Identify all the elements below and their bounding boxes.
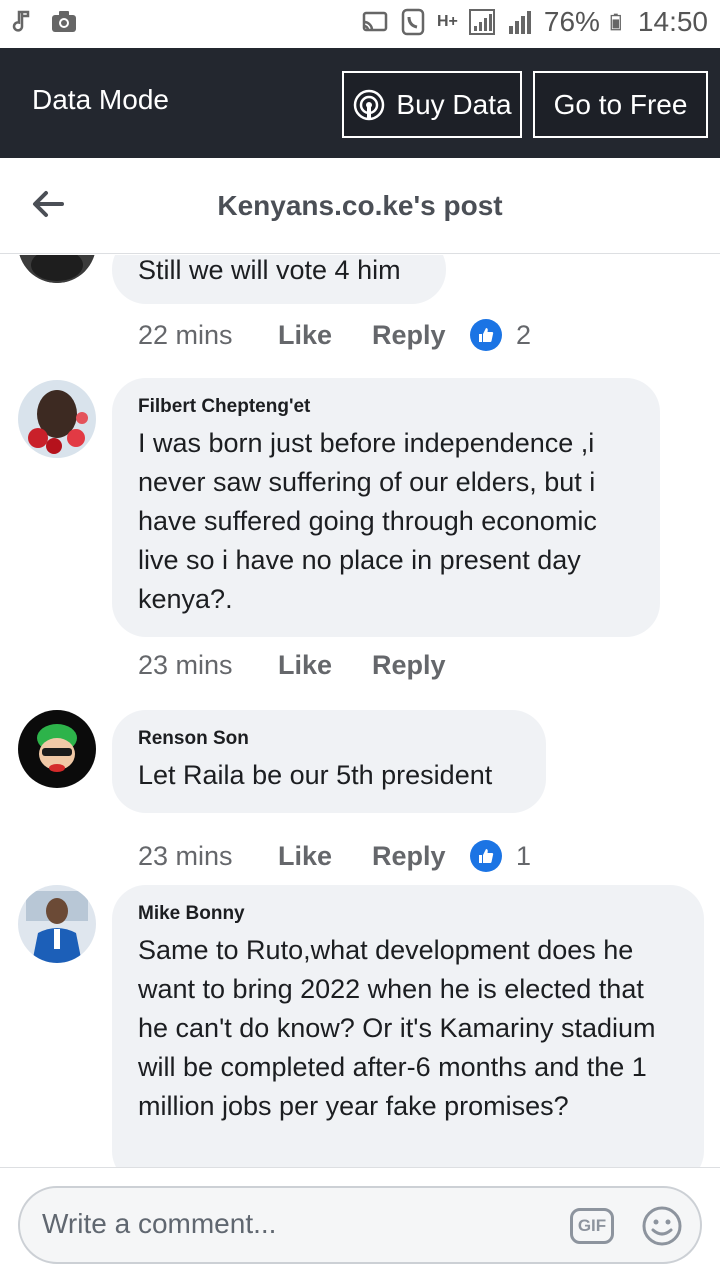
signal-icon (468, 9, 495, 35)
comment-author[interactable]: Renson Son (138, 728, 520, 750)
go-to-free-button[interactable]: Go to Free (533, 71, 708, 138)
like-button[interactable]: Like (278, 841, 372, 872)
comment-actions: 23 mins Like Reply (138, 650, 470, 681)
reaction-count[interactable]: 1 (470, 840, 531, 872)
emoji-icon[interactable] (640, 1204, 684, 1248)
go-to-free-label: Go to Free (553, 88, 688, 120)
camera-icon (52, 11, 76, 32)
reaction-count[interactable]: 2 (470, 319, 531, 351)
buy-data-label: Buy Data (396, 88, 512, 120)
comment-text: Let Raila be our 5th president (138, 760, 493, 790)
buy-data-button[interactable]: Buy Data (342, 71, 522, 138)
reply-button[interactable]: Reply (372, 650, 470, 681)
battery-percent: 76% (543, 6, 600, 37)
comment-bubble[interactable]: Renson Son Let Raila be our 5th presiden… (112, 710, 546, 813)
reply-button[interactable]: Reply (372, 841, 470, 872)
avatar[interactable] (18, 255, 96, 283)
status-bar: H+ 76% 14:50 (0, 0, 720, 48)
reply-button[interactable]: Reply (372, 320, 470, 351)
comment-bubble[interactable]: Mike Bonny Same to Ruto,what development… (112, 885, 704, 1167)
broadcast-icon (354, 89, 385, 120)
comment-actions: 23 mins Like Reply 1 (138, 840, 531, 872)
battery-icon (610, 13, 621, 31)
comment-bubble[interactable]: Filbert Chepteng'et I was born just befo… (112, 378, 660, 637)
data-mode-bar: Data Mode Buy Data Go to Free (0, 48, 720, 158)
data-mode-label: Data Mode (32, 84, 169, 115)
signal-bars-icon (508, 11, 531, 34)
comment-text: Still we will vote 4 him (138, 255, 401, 285)
like-reaction-icon (470, 319, 502, 351)
comment-author[interactable]: Filbert Chepteng'et (138, 396, 634, 418)
comment-placeholder: Write a comment... (42, 1208, 277, 1239)
network-type-label: H+ (436, 13, 458, 30)
comment-author[interactable]: Mike Bonny (138, 903, 678, 925)
gif-button[interactable]: GIF (570, 1208, 614, 1244)
clock: 14:50 (637, 6, 708, 37)
like-button[interactable]: Like (278, 650, 372, 681)
comment-composer-bar: Write a comment... GIF (0, 1167, 720, 1280)
music-note-icon (12, 10, 30, 32)
page-title: Kenyans.co.ke's post (217, 190, 503, 221)
avatar[interactable] (18, 885, 96, 963)
like-button[interactable]: Like (278, 320, 372, 351)
call-icon (401, 8, 425, 36)
avatar[interactable] (18, 710, 96, 788)
reaction-count-value: 1 (516, 840, 532, 871)
like-reaction-icon (470, 840, 502, 872)
comment-time: 22 mins (138, 319, 233, 350)
comment-bubble[interactable]: Still we will vote 4 him (112, 255, 446, 304)
post-header: Kenyans.co.ke's post (0, 158, 720, 254)
comment-text: Same to Ruto,what development does he wa… (138, 935, 656, 1121)
reaction-count-value: 2 (516, 319, 532, 350)
comment-input[interactable]: Write a comment... GIF (18, 1186, 702, 1264)
comment-time: 23 mins (138, 650, 233, 680)
avatar[interactable] (18, 380, 96, 458)
comment-actions: 22 mins Like Reply 2 (138, 319, 531, 351)
comment-time: 23 mins (138, 840, 233, 871)
comments-list[interactable]: Still we will vote 4 him 22 mins Like Re… (0, 255, 720, 1167)
comment-text: I was born just before independence ,i n… (138, 428, 597, 614)
cast-icon (362, 11, 388, 32)
